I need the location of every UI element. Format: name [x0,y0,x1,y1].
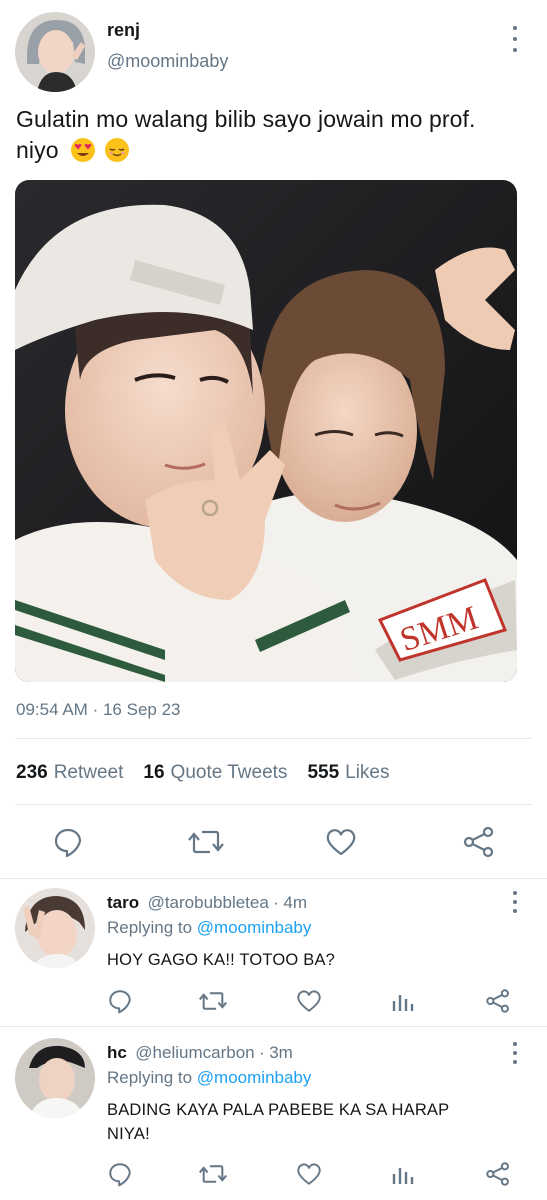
tweet-timestamp[interactable]: 09:54 AM · 16 Sep 23 [16,700,180,720]
reply-time: 4m [283,893,308,912]
reply-header: hc @heliumcarbon · 3m [107,1043,293,1063]
analytics-icon[interactable] [392,1162,414,1186]
reply-avatar[interactable] [15,888,95,968]
tweet-photo[interactable]: SMM [15,180,517,682]
divider [0,1026,547,1027]
quote-tweets-label: Quote Tweets [170,762,288,783]
tweet-text-line-2: niyo [16,137,59,163]
likes-label: Likes [345,762,390,783]
reply-header: taro @tarobubbletea · 4m [107,893,307,913]
reply-text-line-2: NIYA! [107,1125,150,1143]
share-icon[interactable] [485,988,511,1014]
retweets-stat[interactable]: 236 Retweet [16,762,123,784]
share-icon[interactable] [462,826,496,858]
more-options-icon[interactable] [505,26,525,52]
reply-text: BADING KAYA PALA PABEBE KA SA HARAP NIYA… [107,1098,527,1146]
author-handle[interactable]: @moominbaby [107,51,228,72]
quote-tweets-count: 16 [143,762,165,783]
replying-to-prefix: Replying to [107,918,193,937]
retweets-label: Retweet [53,762,124,783]
replying-to-prefix: Replying to [107,1068,193,1087]
like-icon[interactable] [296,988,322,1014]
retweet-icon[interactable] [199,988,227,1014]
like-icon[interactable] [325,826,357,858]
replying-to: Replying to @moominbaby [107,1068,311,1088]
tweet-time: 09:54 AM [16,700,88,719]
more-options-icon[interactable] [505,891,525,913]
divider [0,878,547,879]
date-separator: · [92,700,99,719]
reply-text-line-1: BADING KAYA PALA PABEBE KA SA HARAP [107,1101,450,1119]
reply-avatar[interactable] [15,1038,95,1118]
author-name[interactable]: renj [107,20,140,41]
relieved-face-emoji-icon [104,138,129,162]
retweet-icon[interactable] [188,826,224,858]
reply-separator: · [273,893,279,912]
reply-text: HOY GAGO KA!! TOTOO BA? [107,951,336,969]
reply-author-name[interactable]: hc [107,1043,127,1062]
reply-separator: · [259,1043,265,1062]
like-icon[interactable] [296,1161,322,1187]
reply-author-handle[interactable]: @heliumcarbon [135,1043,254,1062]
retweets-count: 236 [16,762,48,783]
likes-count: 555 [307,762,340,783]
heart-eyes-emoji-icon [71,138,96,162]
reply-icon[interactable] [52,826,84,858]
share-icon[interactable] [485,1161,511,1187]
replying-to: Replying to @moominbaby [107,918,311,938]
author-avatar[interactable] [15,12,95,92]
tweet-text-line-1: Gulatin mo walang bilib sayo jowain mo p… [16,106,476,132]
replying-to-handle-link[interactable]: @moominbaby [197,918,312,937]
reply-icon[interactable] [107,1161,133,1187]
reply-time: 3m [269,1043,293,1062]
retweet-icon[interactable] [199,1161,227,1187]
quote-tweets-stat[interactable]: 16 Quote Tweets [143,762,287,784]
analytics-icon[interactable] [392,989,414,1013]
replying-to-handle-link[interactable]: @moominbaby [197,1068,312,1087]
reply-icon[interactable] [107,988,133,1014]
reply-author-name[interactable]: taro [107,893,139,912]
tweet-date: 16 Sep 23 [102,700,181,719]
divider [15,738,532,739]
more-options-icon[interactable] [505,1042,525,1064]
likes-stat[interactable]: 555 Likes [307,762,389,784]
reply-author-handle[interactable]: @tarobubbletea [148,893,269,912]
tweet-text: Gulatin mo walang bilib sayo jowain mo p… [16,104,536,166]
divider [15,804,532,805]
tweet-stats: 236 Retweet 16 Quote Tweets 555 Likes [16,762,410,784]
